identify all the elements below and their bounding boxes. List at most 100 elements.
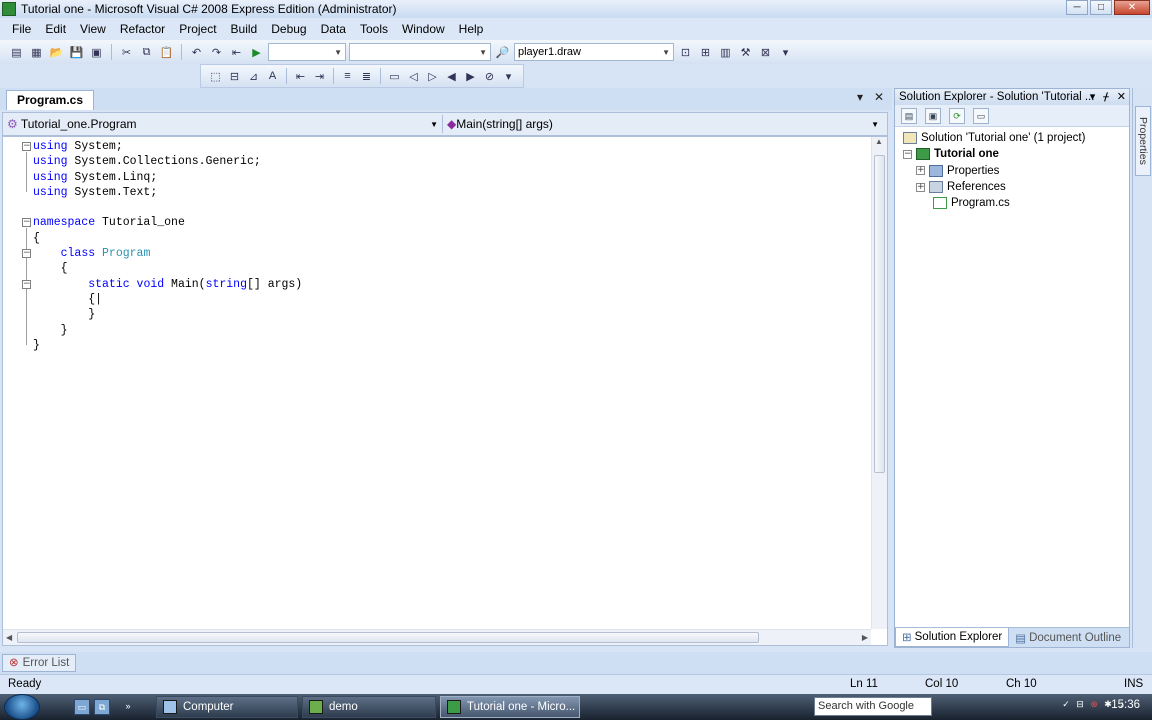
cut-icon[interactable]: ✂ (118, 44, 135, 61)
next-bookmark-in-folder-icon[interactable]: ▶ (462, 68, 479, 85)
new-project-icon[interactable]: ▤ (8, 44, 25, 61)
google-search-input[interactable]: Search with Google (814, 697, 932, 716)
menu-data[interactable]: Data (314, 22, 353, 36)
find-in-files-icon[interactable]: 🔎 (494, 44, 511, 61)
taskbar-button-computer[interactable]: Computer (156, 696, 298, 718)
tab-error-list[interactable]: ⊗ Error List (2, 654, 77, 672)
collapse-namespace-icon[interactable]: − (22, 218, 31, 227)
toolbar-options-icon[interactable]: ▾ (500, 68, 517, 85)
parameter-info-icon[interactable]: ⊟ (226, 68, 243, 85)
open-file-icon[interactable]: 📂 (48, 44, 65, 61)
paste-icon[interactable]: 📋 (158, 44, 175, 61)
solution-configuration-combo[interactable]: ▼ (268, 43, 346, 61)
scroll-left-icon[interactable]: ◀ (6, 633, 12, 642)
solution-explorer-icon[interactable]: ⊞ (697, 44, 714, 61)
decrease-indent-icon[interactable]: ⇤ (292, 68, 309, 85)
start-page-icon[interactable]: ⊠ (757, 44, 774, 61)
close-button[interactable]: ✕ (1114, 0, 1150, 15)
redo-icon[interactable]: ↷ (208, 44, 225, 61)
show-desktop-icon[interactable]: ▭ (74, 699, 90, 715)
more-windows-icon[interactable]: ▾ (777, 44, 794, 61)
minimize-button[interactable]: ─ (1066, 0, 1088, 15)
collapse-class-icon[interactable]: − (22, 249, 31, 258)
horizontal-scrollbar[interactable]: ◀ ▶ (3, 629, 871, 645)
horizontal-scroll-thumb[interactable] (17, 632, 759, 643)
list-members-icon[interactable]: ⬚ (207, 68, 224, 85)
menu-build[interactable]: Build (224, 22, 265, 36)
increase-indent-icon[interactable]: ⇥ (311, 68, 328, 85)
previous-bookmark-icon[interactable]: ◁ (405, 68, 422, 85)
properties-window-icon[interactable]: ▥ (717, 44, 734, 61)
tab-solution-explorer[interactable]: ⊞ Solution Explorer (895, 628, 1010, 647)
antivirus-icon[interactable]: ⊗ (1088, 697, 1100, 711)
copy-icon[interactable]: ⧉ (138, 44, 155, 61)
close-document-icon[interactable]: ✕ (874, 90, 884, 104)
refresh-icon[interactable]: ⟳ (949, 107, 965, 124)
collapse-method-icon[interactable]: − (22, 280, 31, 289)
start-button[interactable] (4, 694, 40, 720)
properties-icon[interactable]: ▤ (901, 107, 917, 124)
toggle-bookmark-icon[interactable]: ▭ (386, 68, 403, 85)
show-all-files-icon[interactable]: ▣ (925, 107, 941, 124)
menu-file[interactable]: File (5, 22, 38, 36)
comment-lines-icon[interactable]: ≡ (339, 68, 356, 85)
quick-info-icon[interactable]: ⊿ (245, 68, 262, 85)
uncomment-lines-icon[interactable]: ≣ (358, 68, 375, 85)
menu-help[interactable]: Help (452, 22, 491, 36)
solution-platform-combo[interactable]: ▼ (349, 43, 491, 61)
navigate-backward-icon[interactable]: ⇤ (228, 44, 245, 61)
tray-app-icon[interactable]: ✓ (1060, 697, 1072, 711)
find-combo[interactable]: player1.draw ▼ (514, 43, 674, 61)
toolbox-icon[interactable]: ⚒ (737, 44, 754, 61)
tab-document-outline[interactable]: ▤ Document Outline (1009, 628, 1127, 647)
close-panel-icon[interactable]: ✕ (1117, 89, 1126, 105)
undo-icon[interactable]: ↶ (188, 44, 205, 61)
tree-item-solution[interactable]: Solution 'Tutorial one' (1 project) (903, 130, 1129, 146)
expand-icon[interactable]: + (916, 182, 925, 192)
scroll-right-icon[interactable]: ▶ (862, 633, 868, 642)
tree-item-references[interactable]: + References (903, 179, 1129, 195)
next-bookmark-icon[interactable]: ▷ (424, 68, 441, 85)
complete-word-icon[interactable]: A (264, 68, 281, 85)
window-position-icon[interactable]: ▾ (1090, 89, 1096, 105)
tab-properties[interactable]: Properties (1135, 106, 1151, 176)
view-code-icon[interactable]: ▭ (973, 107, 989, 124)
scroll-up-icon[interactable]: ▲ (875, 137, 883, 146)
vertical-scrollbar[interactable]: ▲ (871, 137, 887, 629)
previous-bookmark-in-folder-icon[interactable]: ◀ (443, 68, 460, 85)
switch-windows-icon[interactable]: ⧉ (94, 699, 110, 715)
vertical-scroll-thumb[interactable] (874, 155, 885, 473)
expand-icon[interactable]: + (916, 166, 925, 176)
types-combo[interactable]: ⚙ Tutorial_one.Program ▼ (3, 115, 443, 133)
start-debugging-icon[interactable]: ▶ (248, 44, 265, 61)
tree-item-properties[interactable]: + Properties (903, 163, 1129, 179)
taskbar-button-visual-csharp[interactable]: Tutorial one - Micro... (440, 696, 580, 718)
save-all-icon[interactable]: ▣ (88, 44, 105, 61)
taskbar-button-demo[interactable]: demo (302, 696, 436, 718)
collapse-usings-icon[interactable]: − (22, 142, 31, 151)
members-combo[interactable]: ◆Main(string[] args) ▼ (443, 115, 883, 133)
maximize-button[interactable]: □ (1090, 0, 1112, 15)
tree-item-program-cs[interactable]: Program.cs (903, 195, 1129, 211)
active-files-dropdown-icon[interactable]: ▾ (857, 90, 863, 104)
tree-item-project[interactable]: − Tutorial one (903, 146, 1129, 162)
network-icon[interactable]: ⊟ (1074, 697, 1086, 711)
menu-window[interactable]: Window (395, 22, 452, 36)
quick-launch-overflow-icon[interactable]: » (120, 699, 136, 715)
auto-hide-pin-icon[interactable]: ᚋ (1103, 89, 1108, 105)
code-token: System; (67, 140, 123, 153)
menu-edit[interactable]: Edit (38, 22, 73, 36)
tab-program-cs[interactable]: Program.cs (6, 90, 95, 110)
save-icon[interactable]: 💾 (68, 44, 85, 61)
collapse-icon[interactable]: − (903, 149, 912, 159)
clear-bookmarks-icon[interactable]: ⊘ (481, 68, 498, 85)
code-editor[interactable]: − − − − using System; using System.Collec… (2, 136, 888, 646)
menu-debug[interactable]: Debug (264, 22, 313, 36)
menu-refactor[interactable]: Refactor (113, 22, 172, 36)
menu-view[interactable]: View (73, 22, 113, 36)
find-symbol-icon[interactable]: ⊡ (677, 44, 694, 61)
code-line: } (33, 323, 302, 338)
menu-project[interactable]: Project (172, 22, 223, 36)
menu-tools[interactable]: Tools (353, 22, 395, 36)
add-item-icon[interactable]: ▦ (28, 44, 45, 61)
